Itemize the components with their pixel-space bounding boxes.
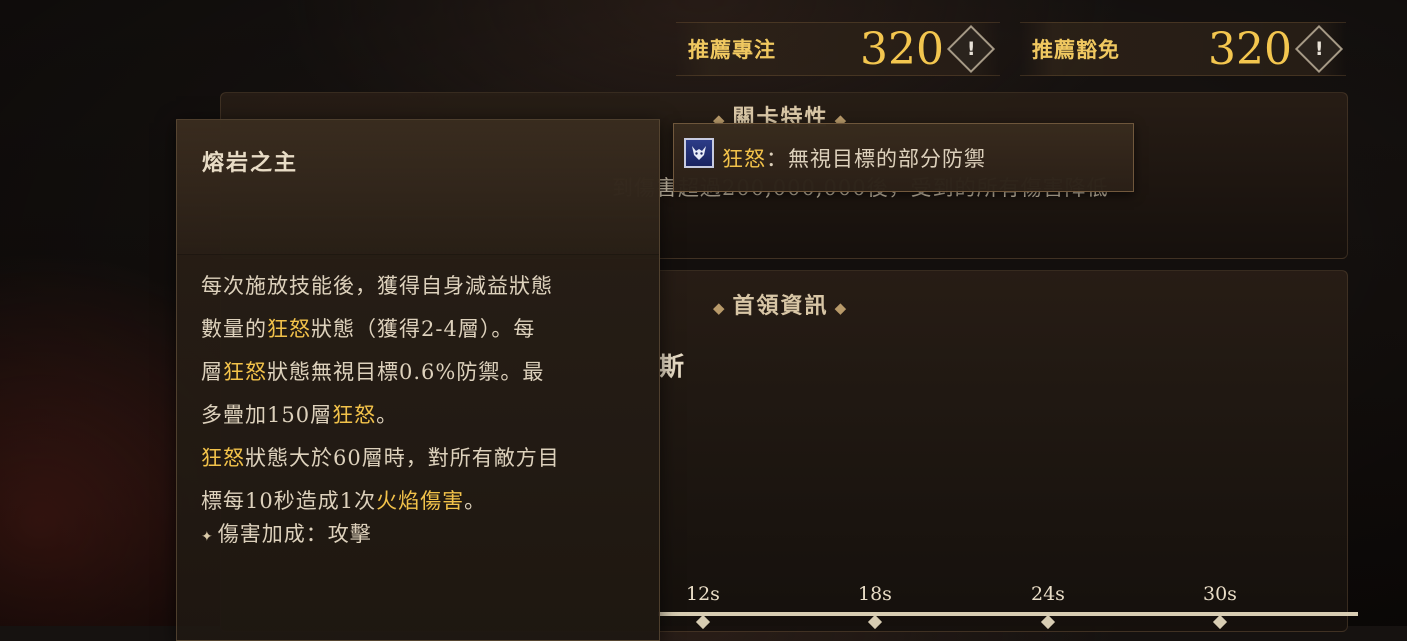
boss-name: 斯	[659, 352, 685, 381]
warning-icon[interactable]: !	[1294, 24, 1344, 74]
tooltip-text: 多疊加150層	[201, 403, 333, 427]
demon-mask-icon	[684, 138, 714, 168]
keyword-highlight: 狂怒	[267, 317, 311, 341]
tooltip-text: 層	[201, 360, 223, 384]
tooltip-text: 狀態無視目標0.6%防禦。最	[267, 360, 545, 384]
timeline-tick: 12s	[686, 583, 720, 605]
tooltip-text: 狀態（獲得2-4層）。每	[311, 317, 536, 341]
timeline-tick: 30s	[1203, 583, 1237, 605]
damage-bonus: ✦ 傷害加成：攻擊	[201, 522, 372, 546]
star-bullet-icon: ✦	[201, 529, 214, 545]
keyword-highlight: 火焰傷害	[376, 489, 465, 513]
tooltip-header	[177, 120, 659, 255]
recommend-immunity-label: 推薦豁免	[1032, 38, 1120, 62]
keyword-highlight: 狂怒	[223, 360, 267, 384]
keyword-highlight: 狂怒	[332, 403, 377, 427]
tooltip-text: 每次施放技能後，獲得自身減益狀態	[201, 274, 553, 298]
tooltip-line: 多疊加150層狂怒。	[201, 394, 641, 437]
tooltip-text: 狀態大於60層時，對所有敵方目	[245, 446, 560, 470]
tooltip-line: 標每10秒造成1次火焰傷害。	[201, 480, 641, 523]
recommend-focus-label: 推薦專注	[688, 38, 776, 62]
recommend-immunity-value: 320	[1208, 23, 1292, 75]
tooltip-text: 。	[464, 489, 487, 513]
tooltip-line: 層狂怒狀態無視目標0.6%防禦。最	[201, 351, 641, 394]
tooltip-line: 狂怒狀態大於60層時，對所有敵方目	[201, 437, 641, 480]
keyword-name: 狂怒	[722, 147, 766, 171]
keyword-tooltip: 狂怒：無視目標的部分防禦	[673, 123, 1134, 192]
timeline-tick: 18s	[858, 583, 892, 605]
skill-tooltip: 熔岩之主 每次施放技能後，獲得自身減益狀態 數量的狂怒狀態（獲得2-4層）。每 層狂…	[176, 119, 660, 641]
tooltip-text: 數量的	[201, 317, 267, 341]
keyword-description: 狂怒：無視目標的部分防禦	[722, 147, 986, 171]
tooltip-text: 標每10秒造成1次	[201, 489, 377, 513]
tooltip-description: 每次施放技能後，獲得自身減益狀態 數量的狂怒狀態（獲得2-4層）。每 層狂怒狀態無視…	[201, 265, 641, 523]
warning-icon[interactable]: !	[946, 24, 996, 74]
timeline-tick: 24s	[1031, 583, 1065, 605]
recommend-focus: 推薦專注 320 !	[676, 22, 1000, 76]
tooltip-title: 熔岩之主	[202, 150, 299, 176]
tooltip-line: 數量的狂怒狀態（獲得2-4層）。每	[201, 308, 641, 351]
recommend-focus-value: 320	[860, 23, 944, 75]
boss-info-title: ◆ 首領資訊 ◆	[713, 293, 849, 319]
skill-timeline	[658, 612, 1358, 616]
tooltip-line: 每次施放技能後，獲得自身減益狀態	[201, 265, 641, 308]
keyword-highlight: 狂怒	[201, 446, 245, 470]
recommend-immunity: 推薦豁免 320 !	[1020, 22, 1346, 76]
tooltip-text: 。	[376, 403, 399, 427]
